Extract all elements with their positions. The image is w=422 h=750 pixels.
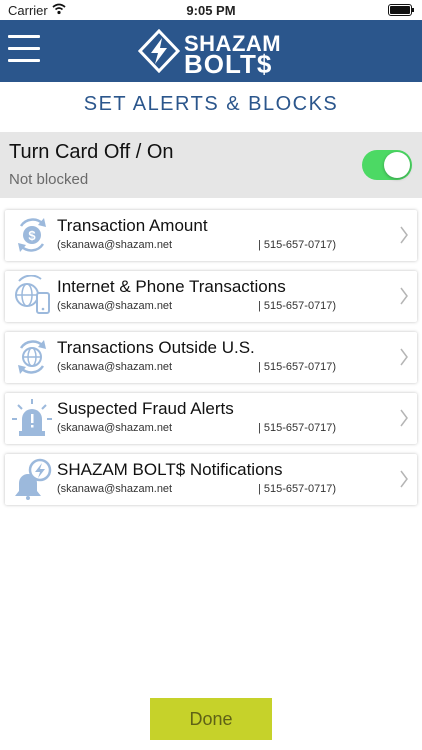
- dollar-sync-icon: $: [18, 218, 46, 252]
- alert-email: (skanawa@shazam.net: [57, 300, 173, 312]
- alert-item-internet-phone[interactable]: Internet & Phone Transactions (skanawa@s…: [5, 271, 417, 322]
- card-on-off-switch[interactable]: [362, 150, 412, 180]
- page-title: SET ALERTS & BLOCKS: [83, 93, 339, 115]
- nav-bar: SHAZAM BOLT$: [0, 20, 422, 82]
- chevron-right-icon: [400, 348, 408, 366]
- switch-knob: [384, 152, 410, 178]
- globe-sync-icon: [18, 340, 46, 374]
- alert-phone: | 515-657-0717): [258, 361, 337, 373]
- alert-phone: | 515-657-0717): [258, 300, 337, 312]
- alert-item-bolts-notifications[interactable]: SHAZAM BOLT$ Notifications (skanawa@shaz…: [5, 454, 417, 505]
- alert-title: SHAZAM BOLT$ Notifications: [57, 460, 283, 479]
- chevron-right-icon: [400, 409, 408, 427]
- alert-email: (skanawa@shazam.net: [57, 239, 173, 251]
- alert-title: Suspected Fraud Alerts: [57, 399, 234, 418]
- alarm-light-icon: [12, 399, 52, 436]
- alert-email: (skanawa@shazam.net: [57, 361, 173, 373]
- shazam-bolts-logo: SHAZAM BOLT$: [138, 29, 288, 79]
- battery-icon: [388, 4, 414, 16]
- status-bar: Carrier 9:05 PM: [0, 0, 422, 20]
- alert-title: Internet & Phone Transactions: [57, 277, 286, 296]
- hamburger-menu-icon[interactable]: [8, 35, 40, 67]
- alert-phone: | 515-657-0717): [258, 239, 337, 251]
- svg-text:$: $: [28, 228, 36, 243]
- card-toggle-section: Turn Card Off / On Not blocked: [0, 132, 422, 198]
- alert-phone: | 515-657-0717): [258, 483, 337, 495]
- alert-item-fraud-alerts[interactable]: Suspected Fraud Alerts (skanawa@shazam.n…: [5, 393, 417, 444]
- alert-title: Transactions Outside U.S.: [57, 338, 255, 357]
- card-toggle-title: Turn Card Off / On: [9, 141, 174, 163]
- chevron-right-icon: [400, 287, 408, 305]
- done-button[interactable]: Done: [150, 698, 272, 740]
- alerts-list: $ Transaction Amount (skanawa@shazam.net…: [5, 210, 417, 515]
- alert-email: (skanawa@shazam.net: [57, 483, 173, 495]
- bolt-logo-icon: [138, 29, 180, 73]
- alert-title: Transaction Amount: [57, 216, 208, 235]
- alert-phone: | 515-657-0717): [258, 422, 337, 434]
- alert-item-transaction-amount[interactable]: $ Transaction Amount (skanawa@shazam.net…: [5, 210, 417, 261]
- card-block-status: Not blocked: [9, 171, 89, 188]
- chevron-right-icon: [400, 470, 408, 488]
- clock: 9:05 PM: [186, 3, 236, 18]
- alert-email: (skanawa@shazam.net: [57, 422, 173, 434]
- logo-text-bottom: BOLT$: [184, 49, 273, 79]
- bell-bolt-icon: [15, 458, 52, 500]
- globe-phone-icon: [15, 275, 50, 314]
- alert-item-outside-us[interactable]: Transactions Outside U.S. (skanawa@shaza…: [5, 332, 417, 383]
- chevron-right-icon: [400, 226, 408, 244]
